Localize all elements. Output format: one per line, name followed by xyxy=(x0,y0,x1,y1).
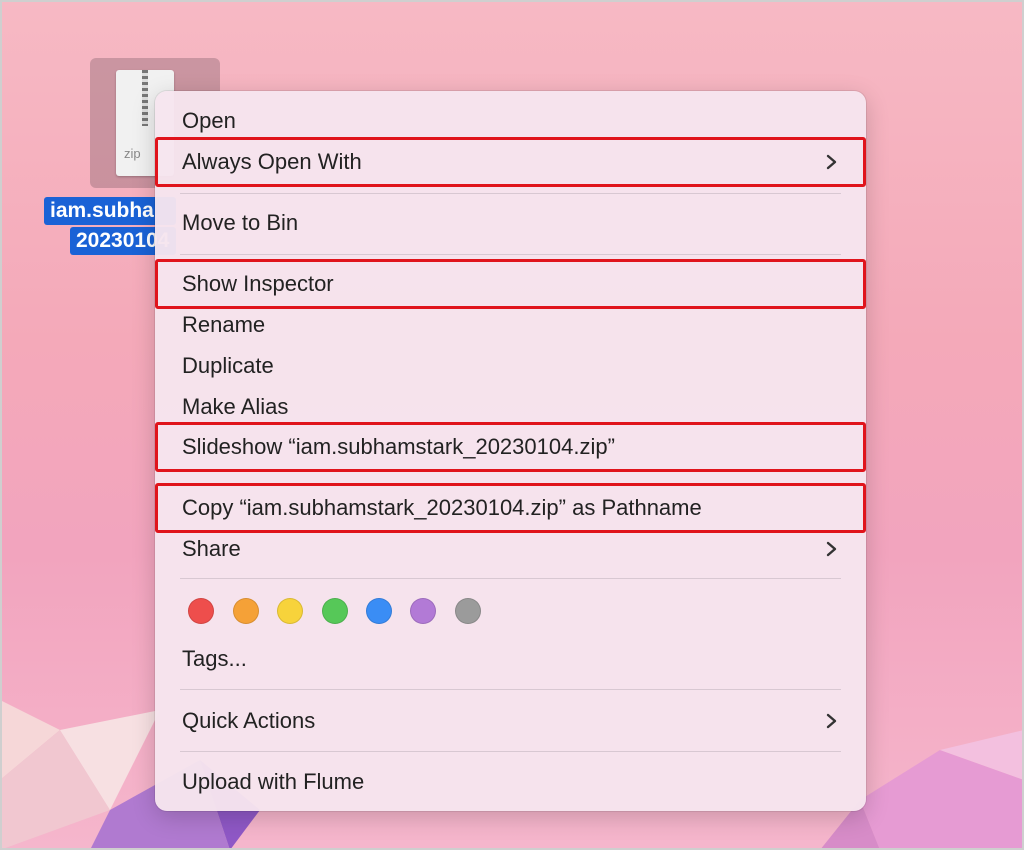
menu-item-label: Share xyxy=(182,536,241,561)
menu-item-label: Upload with Flume xyxy=(182,769,365,794)
menu-item-label: Rename xyxy=(182,312,266,337)
menu-item-make-alias[interactable]: Make Alias xyxy=(182,388,839,426)
menu-separator xyxy=(180,751,841,752)
tag-purple-dot[interactable] xyxy=(410,598,436,624)
menu-item-label: Open xyxy=(182,108,236,133)
menu-item-rename[interactable]: Rename xyxy=(182,306,839,344)
menu-item-duplicate[interactable]: Duplicate xyxy=(182,347,839,385)
chevron-right-icon xyxy=(826,541,837,557)
menu-separator xyxy=(180,689,841,690)
menu-separator xyxy=(180,254,841,255)
menu-item-tags[interactable]: Tags... xyxy=(182,640,839,678)
menu-item-open[interactable]: Open xyxy=(182,102,839,140)
highlight-box-slideshow xyxy=(155,422,866,472)
tag-gray-dot[interactable] xyxy=(455,598,481,624)
zipper-graphic xyxy=(142,70,148,126)
highlight-box-copy-pathname xyxy=(155,483,866,533)
menu-item-move-to-bin[interactable]: Move to Bin xyxy=(182,204,839,242)
menu-item-quick-actions[interactable]: Quick Actions xyxy=(182,702,839,740)
chevron-right-icon xyxy=(826,713,837,729)
tag-blue-dot[interactable] xyxy=(366,598,392,624)
file-extension-label: zip xyxy=(124,146,141,161)
menu-item-label: Move to Bin xyxy=(182,210,299,235)
menu-item-label: Tags... xyxy=(182,646,247,671)
menu-item-label: Quick Actions xyxy=(182,708,316,733)
menu-item-label: Make Alias xyxy=(182,394,289,419)
menu-item-share[interactable]: Share xyxy=(182,530,839,568)
tag-red-dot[interactable] xyxy=(188,598,214,624)
tag-green-dot[interactable] xyxy=(322,598,348,624)
context-menu: Open Always Open With Move to Bin Show I… xyxy=(155,91,866,811)
highlight-box-always-open-with xyxy=(155,137,866,187)
menu-separator xyxy=(180,578,841,579)
tag-orange-dot[interactable] xyxy=(233,598,259,624)
menu-item-upload-with-flume[interactable]: Upload with Flume xyxy=(182,763,839,801)
menu-item-label: Duplicate xyxy=(182,353,274,378)
menu-separator xyxy=(180,193,841,194)
highlight-box-show-inspector xyxy=(155,259,866,309)
tag-yellow-dot[interactable] xyxy=(277,598,303,624)
